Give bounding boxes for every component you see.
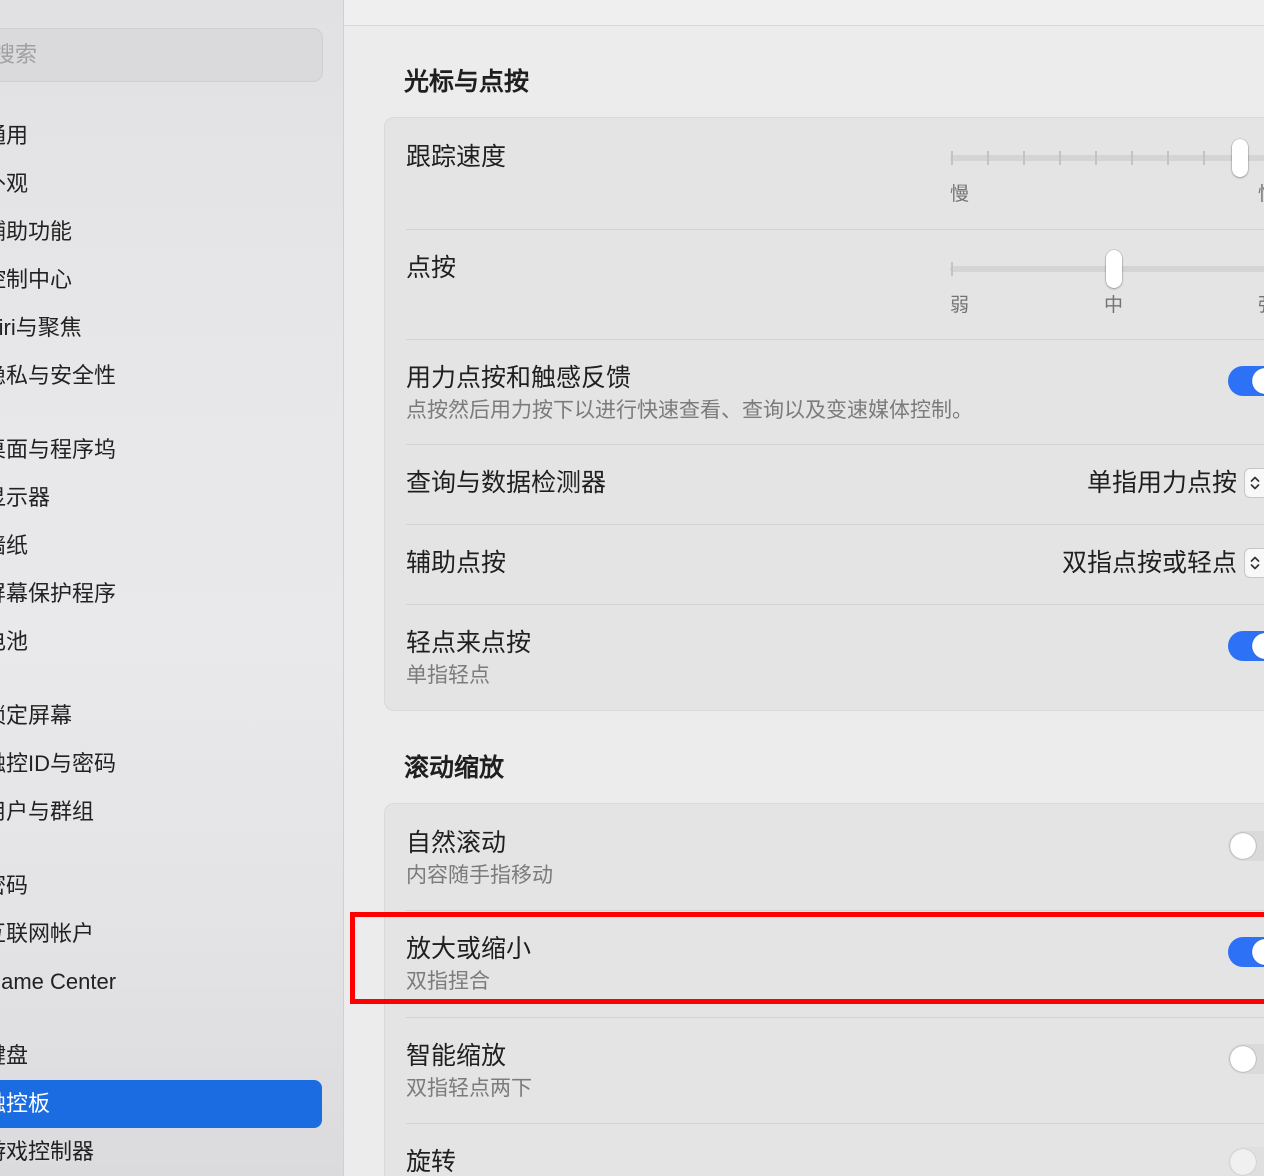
sidebar-item-privacy-security[interactable]: 隐私与安全性 — [0, 352, 322, 400]
search-input[interactable]: 搜索 — [0, 28, 323, 82]
secondary-click-label: 辅助点按 — [406, 549, 507, 577]
tap-to-click-label: 轻点来点按 — [406, 629, 532, 657]
smart-zoom-label: 智能缩放 — [406, 1042, 507, 1070]
lookup-popup[interactable]: 单指用力点按 — [1087, 468, 1264, 498]
sidebar-group: 键盘 触控板 游戏控制器 — [0, 1032, 322, 1176]
slider-label-firm: 强 — [1258, 294, 1264, 318]
natural-scrolling-row: 自然滚动 内容随手指移动 — [385, 804, 1264, 910]
slider-tick — [1167, 151, 1169, 165]
sidebar-group: 桌面与程序坞 显示器 墙纸 屏幕保护程序 电池 — [0, 426, 322, 666]
tracking-speed-slider[interactable] — [950, 139, 1264, 177]
smart-zoom-row: 智能缩放 双指轻点两下 — [385, 1017, 1264, 1123]
slider-label-medium: 中 — [1104, 295, 1124, 316]
lookup-row: 查询与数据检测器 单指用力点按 — [385, 444, 1264, 524]
lookup-value: 单指用力点按 — [1086, 469, 1237, 497]
sidebar-group: 通用 外观 辅助功能 控制中心 Siri与聚焦 隐私与安全性 — [0, 112, 322, 400]
slider-tick — [987, 151, 989, 165]
tap-to-click-row: 轻点来点按 单指轻点 — [385, 604, 1264, 710]
click-label: 点按 — [406, 254, 457, 282]
force-click-label: 用力点按和触感反馈 — [406, 364, 632, 392]
sidebar-item-lock-screen[interactable]: 锁定屏幕 — [0, 692, 322, 740]
secondary-click-popup[interactable]: 双指点按或轻点 — [1062, 548, 1264, 578]
sidebar-item-passwords[interactable]: 密码 — [0, 862, 322, 910]
smart-zoom-toggle[interactable] — [1228, 1044, 1264, 1074]
sidebar-item-siri-spotlight[interactable]: Siri与聚焦 — [0, 304, 322, 352]
secondary-click-value: 双指点按或轻点 — [1061, 549, 1237, 577]
sidebar-item-game-controllers[interactable]: 游戏控制器 — [0, 1128, 322, 1176]
sidebar-item-displays[interactable]: 显示器 — [0, 474, 322, 522]
slider-knob[interactable] — [1106, 250, 1122, 288]
sidebar-item-game-center[interactable]: Game Center — [0, 958, 322, 1006]
slider-tick — [951, 151, 953, 165]
search-placeholder: 搜索 — [0, 42, 38, 67]
slider-tick — [1203, 151, 1205, 165]
chevron-updown-icon — [1244, 468, 1264, 498]
sidebar-item-internet-accounts[interactable]: 互联网帐户 — [0, 910, 322, 958]
slider-track — [950, 155, 1264, 161]
natural-scrolling-label: 自然滚动 — [406, 829, 507, 857]
force-click-row: 用力点按和触感反馈 点按然后用力按下以进行快速查看、查询以及变速媒体控制。 — [385, 339, 1264, 444]
tap-to-click-toggle[interactable] — [1228, 631, 1264, 661]
sidebar-item-trackpad[interactable]: 触控板 — [0, 1080, 322, 1128]
click-row: 点按 弱 中 强 — [385, 229, 1264, 339]
rotate-toggle[interactable] — [1228, 1147, 1264, 1176]
sidebar-item-control-center[interactable]: 控制中心 — [0, 256, 322, 304]
slider-tick — [951, 262, 953, 276]
sidebar-item-keyboard[interactable]: 键盘 — [0, 1032, 322, 1080]
force-click-toggle[interactable] — [1228, 366, 1264, 396]
slider-tick — [1095, 151, 1097, 165]
slider-tick — [1059, 151, 1061, 165]
section-title-cursor-click: 光标与点按 — [404, 68, 530, 96]
sidebar-item-general[interactable]: 通用 — [0, 112, 322, 160]
sidebar-item-desktop-dock[interactable]: 桌面与程序坞 — [0, 426, 322, 474]
tracking-speed-label: 跟踪速度 — [406, 143, 507, 171]
secondary-click-row: 辅助点按 双指点按或轻点 — [385, 524, 1264, 604]
lookup-label: 查询与数据检测器 — [406, 469, 607, 497]
slider-tick — [1131, 151, 1133, 165]
sidebar-list: 通用 外观 辅助功能 控制中心 Siri与聚焦 隐私与安全性 桌面与程序坞 显示… — [0, 112, 322, 1176]
sidebar-item-wallpaper[interactable]: 墙纸 — [0, 522, 322, 570]
highlight-annotation — [350, 912, 1264, 1004]
slider-knob[interactable] — [1232, 139, 1249, 177]
rotate-label: 旋转 — [406, 1148, 457, 1176]
sidebar-group: 锁定屏幕 触控ID与密码 用户与群组 — [0, 692, 322, 836]
sidebar-item-screen-saver[interactable]: 屏幕保护程序 — [0, 570, 322, 618]
natural-scrolling-toggle[interactable] — [1228, 831, 1264, 861]
natural-scrolling-description: 内容随手指移动 — [406, 864, 553, 887]
system-settings-window: 搜索 通用 外观 辅助功能 控制中心 Siri与聚焦 隐私与安全性 桌面与程序坞… — [0, 0, 1264, 1176]
click-pressure-slider[interactable] — [950, 250, 1264, 288]
sidebar-group: 密码 互联网帐户 Game Center — [0, 862, 322, 1006]
cursor-click-group: 跟踪速度 慢 快 点按 弱 中 强 用力 — [384, 117, 1264, 711]
slider-max-label: 快 — [1258, 183, 1264, 207]
chevron-updown-icon — [1244, 548, 1264, 578]
sidebar-item-battery[interactable]: 电池 — [0, 618, 322, 666]
rotate-row: 旋转 — [385, 1123, 1264, 1176]
sidebar-item-touch-id-password[interactable]: 触控ID与密码 — [0, 740, 322, 788]
sidebar-item-appearance[interactable]: 外观 — [0, 160, 322, 208]
section-title-scroll-zoom: 滚动缩放 — [404, 754, 505, 782]
toolbar — [344, 0, 1264, 26]
tracking-speed-row: 跟踪速度 慢 快 — [385, 118, 1264, 229]
slider-min-label: 慢 — [950, 184, 970, 205]
sidebar: 搜索 通用 外观 辅助功能 控制中心 Siri与聚焦 隐私与安全性 桌面与程序坞… — [0, 0, 344, 1176]
smart-zoom-description: 双指轻点两下 — [406, 1077, 532, 1100]
slider-tick — [1023, 151, 1025, 165]
force-click-description: 点按然后用力按下以进行快速查看、查询以及变速媒体控制。 — [406, 399, 973, 422]
tap-to-click-description: 单指轻点 — [406, 664, 490, 687]
sidebar-item-users-groups[interactable]: 用户与群组 — [0, 788, 322, 836]
sidebar-item-accessibility[interactable]: 辅助功能 — [0, 208, 322, 256]
slider-label-light: 弱 — [950, 295, 970, 316]
